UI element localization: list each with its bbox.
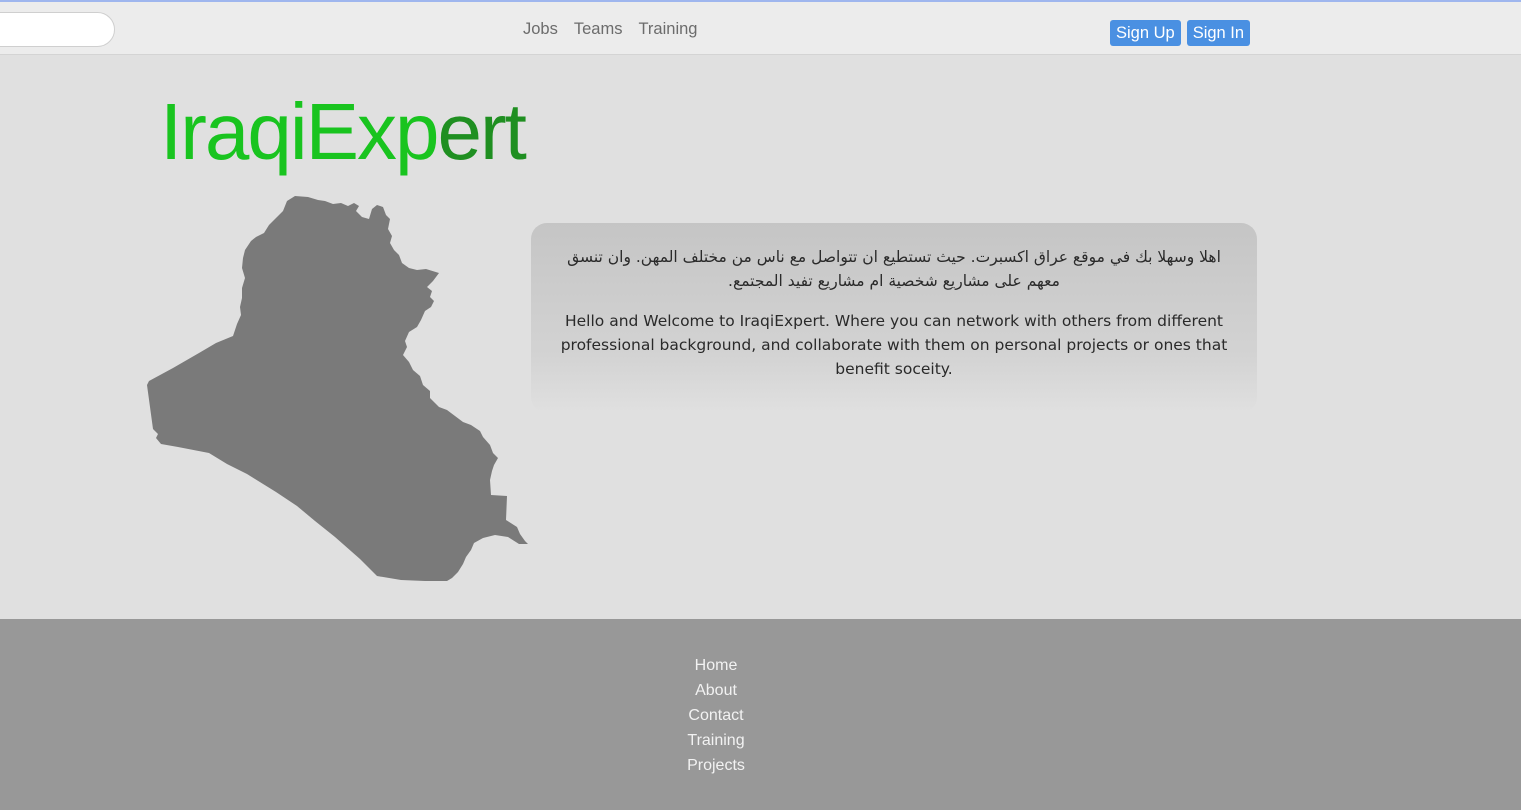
footer-item: Contact <box>616 703 816 728</box>
auth-buttons: Sign Up Sign In <box>1110 20 1251 46</box>
top-navbar: Jobs Teams Training Sign Up Sign In <box>0 0 1521 55</box>
footer-link-home[interactable]: Home <box>695 657 738 674</box>
welcome-panel: اهلا وسهلا بك في موقع عراق اكسبرت. حيث ت… <box>531 223 1257 413</box>
welcome-text-arabic: اهلا وسهلا بك في موقع عراق اكسبرت. حيث ت… <box>567 248 1221 290</box>
footer-item: About <box>616 678 816 703</box>
nav-link-teams[interactable]: Teams <box>574 20 623 39</box>
footer: Home About Contact Training Projects <box>0 619 1521 810</box>
footer-link-contact[interactable]: Contact <box>688 707 743 724</box>
iraq-map-icon <box>147 196 528 581</box>
footer-links: Home About Contact Training Projects <box>616 653 816 778</box>
welcome-text-english: Hello and Welcome to IraqiExpert. Where … <box>560 312 1228 378</box>
nav-link-training[interactable]: Training <box>638 20 697 39</box>
search-input[interactable] <box>0 12 115 47</box>
footer-link-training[interactable]: Training <box>687 732 744 749</box>
nav-link-jobs[interactable]: Jobs <box>523 20 558 39</box>
logo-text-start: IraqiExp <box>160 87 439 176</box>
footer-item: Projects <box>616 753 816 778</box>
site-logo: IraqiExpert <box>160 92 527 172</box>
footer-link-about[interactable]: About <box>695 682 737 699</box>
main-nav: Jobs Teams Training <box>523 20 697 39</box>
footer-item: Home <box>616 653 816 678</box>
sign-up-button[interactable]: Sign Up <box>1110 20 1181 46</box>
footer-link-projects[interactable]: Projects <box>687 757 745 774</box>
footer-item: Training <box>616 728 816 753</box>
logo-text-end: ert <box>437 87 526 176</box>
sign-in-button[interactable]: Sign In <box>1186 20 1251 46</box>
